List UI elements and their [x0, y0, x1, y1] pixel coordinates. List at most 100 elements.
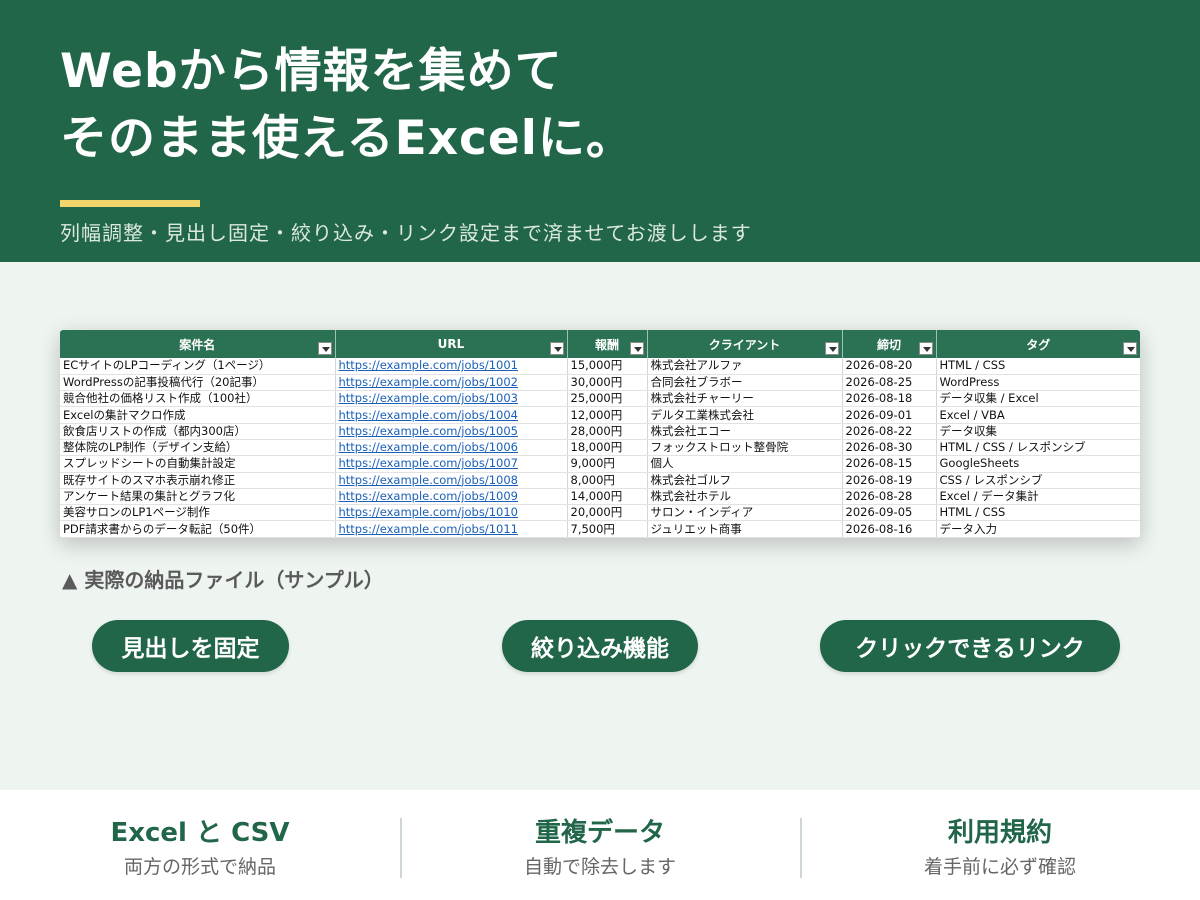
cell-reward: 25,000円 [567, 390, 648, 408]
cell-deadline: 2026-08-25 [842, 374, 937, 392]
cell-title: スプレッドシートの自動集計設定 [60, 455, 336, 473]
cell-url[interactable]: https://example.com/jobs/1011 [335, 520, 568, 538]
cell-title: アンケート結果の集計とグラフ化 [60, 488, 336, 506]
feature-pill-freeze-headers: 見出しを固定 [92, 620, 289, 672]
cell-client: 合同会社ブラボー [647, 374, 843, 392]
feature-formats: Excel と CSV 両方の形式で納品 [0, 790, 400, 900]
cell-url[interactable]: https://example.com/jobs/1001 [335, 358, 568, 375]
cell-title: ECサイトのLPコーディング（1ページ） [60, 358, 336, 375]
cell-url[interactable]: https://example.com/jobs/1008 [335, 472, 568, 489]
cell-url[interactable]: https://example.com/jobs/1006 [335, 439, 568, 457]
cell-title: 競合他社の価格リスト作成（100社） [60, 390, 336, 408]
cell-reward: 18,000円 [567, 439, 648, 457]
filter-dropdown-icon[interactable] [1123, 342, 1137, 355]
cell-client: 株式会社エコー [647, 423, 843, 440]
column-header-title[interactable]: 案件名 [60, 330, 336, 358]
cell-tags: Excel / VBA [936, 406, 1140, 424]
cell-url[interactable]: https://example.com/jobs/1002 [335, 374, 568, 392]
cell-client: 株式会社ゴルフ [647, 472, 843, 489]
cell-client: 株式会社ホテル [647, 488, 843, 506]
cell-deadline: 2026-08-22 [842, 423, 937, 440]
cell-title: Excelの集計マクロ作成 [60, 406, 336, 424]
sample-caption: ▲ 実際の納品ファイル（サンプル） [62, 568, 384, 592]
cell-deadline: 2026-08-19 [842, 472, 937, 489]
cell-deadline: 2026-08-15 [842, 455, 937, 473]
cell-tags: HTML / CSS / レスポンシブ [936, 439, 1140, 457]
cell-deadline: 2026-08-28 [842, 488, 937, 506]
cell-title: 整体院のLP制作（デザイン支給） [60, 439, 336, 457]
cell-url[interactable]: https://example.com/jobs/1005 [335, 423, 568, 440]
cell-title: WordPressの記事投稿代行（20記事） [60, 374, 336, 392]
cell-reward: 9,000円 [567, 455, 648, 473]
column-header-reward[interactable]: 報酬 [567, 330, 648, 358]
cell-reward: 14,000円 [567, 488, 648, 506]
cell-deadline: 2026-08-16 [842, 520, 937, 538]
cell-client: ジュリエット商事 [647, 520, 843, 538]
filter-dropdown-icon[interactable] [918, 342, 933, 355]
cell-reward: 28,000円 [567, 423, 648, 440]
cell-reward: 30,000円 [567, 374, 648, 392]
table-row: ECサイトのLPコーディング（1ページ） https://example.com/… [60, 358, 1140, 375]
cell-tags: データ収集 [936, 423, 1140, 440]
cell-tags: データ収集 / Excel [936, 390, 1140, 408]
cell-url[interactable]: https://example.com/jobs/1004 [335, 406, 568, 424]
filter-dropdown-icon[interactable] [549, 342, 564, 355]
column-header-url[interactable]: URL [335, 330, 568, 358]
column-header-tags[interactable]: タグ [936, 330, 1140, 358]
accent-bar [60, 200, 200, 207]
cell-title: 美容サロンのLP1ページ制作 [60, 504, 336, 522]
feature-dedup: 重複データ 自動で除去します [400, 790, 800, 900]
spreadsheet-body: ECサイトのLPコーディング（1ページ） https://example.com/… [60, 358, 1140, 538]
cell-client: 株式会社アルファ [647, 358, 843, 375]
cell-deadline: 2026-09-01 [842, 406, 937, 424]
cell-tags: GoogleSheets [936, 455, 1140, 473]
hero-title-line1: Webから情報を集めて [60, 44, 563, 99]
hero-subtitle: 列幅調整・見出し固定・絞り込み・リンク設定まで済ませてお渡しします [60, 221, 752, 245]
feature-subtitle: 着手前に必ず確認 [923, 856, 1076, 878]
column-header-client[interactable]: クライアント [647, 330, 843, 358]
feature-subtitle: 自動で除去します [523, 856, 676, 878]
feature-title: 利用規約 [947, 818, 1052, 848]
cell-client: デルタ工業株式会社 [647, 406, 843, 424]
hero-banner: Webから情報を集めて そのまま使えるExcelに。 列幅調整・見出し固定・絞り… [0, 0, 1200, 262]
cell-reward: 8,000円 [567, 472, 648, 489]
cell-tags: HTML / CSS [936, 358, 1140, 375]
filter-dropdown-icon[interactable] [317, 342, 332, 355]
cell-client: 株式会社チャーリー [647, 390, 843, 408]
feature-title: Excel と CSV [110, 818, 290, 848]
cell-url[interactable]: https://example.com/jobs/1003 [335, 390, 568, 408]
feature-pill-clickable-links: クリックできるリンク [820, 620, 1120, 672]
table-row: PDF請求書からのデータ転記（50件） https://example.com/j… [60, 520, 1140, 538]
cell-client: フォックストロット整骨院 [647, 439, 843, 457]
cell-reward: 20,000円 [567, 504, 648, 522]
table-row: WordPressの記事投稿代行（20記事） https://example.co… [60, 374, 1140, 392]
table-row: 飲食店リストの作成（都内300店） https://example.com/job… [60, 423, 1140, 440]
filter-dropdown-icon[interactable] [629, 342, 644, 355]
feature-terms: 利用規約 着手前に必ず確認 [800, 790, 1200, 900]
cell-reward: 15,000円 [567, 358, 648, 375]
spreadsheet-table: 案件名 URL 報酬 クライアント 締切 タグ ECサイトのLPコーディング（1… [60, 330, 1140, 538]
feature-subtitle: 両方の形式で納品 [123, 856, 276, 878]
cell-url[interactable]: https://example.com/jobs/1007 [335, 455, 568, 473]
cell-reward: 7,500円 [567, 520, 648, 538]
filter-dropdown-icon[interactable] [824, 342, 839, 355]
table-row: 既存サイトのスマホ表示崩れ修正 https://example.com/jobs/… [60, 472, 1140, 489]
cell-deadline: 2026-08-30 [842, 439, 937, 457]
cell-title: 既存サイトのスマホ表示崩れ修正 [60, 472, 336, 489]
feature-strip: Excel と CSV 両方の形式で納品 重複データ 自動で除去します 利用規約… [0, 790, 1200, 900]
table-row: アンケート結果の集計とグラフ化 https://example.com/jobs/… [60, 488, 1140, 506]
cell-tags: HTML / CSS [936, 504, 1140, 522]
cell-url[interactable]: https://example.com/jobs/1009 [335, 488, 568, 506]
cell-tags: WordPress [936, 374, 1140, 392]
column-header-deadline[interactable]: 締切 [842, 330, 937, 358]
cell-deadline: 2026-08-20 [842, 358, 937, 375]
cell-deadline: 2026-08-18 [842, 390, 937, 408]
cell-tags: Excel / データ集計 [936, 488, 1140, 506]
table-row: Excelの集計マクロ作成 https://example.com/jobs/10… [60, 406, 1140, 424]
table-row: 競合他社の価格リスト作成（100社） https://example.com/jo… [60, 390, 1140, 408]
cell-title: 飲食店リストの作成（都内300店） [60, 423, 336, 440]
table-row: スプレッドシートの自動集計設定 https://example.com/jobs/… [60, 455, 1140, 473]
cell-url[interactable]: https://example.com/jobs/1010 [335, 504, 568, 522]
feature-pill-filter: 絞り込み機能 [502, 620, 698, 672]
cell-title: PDF請求書からのデータ転記（50件） [60, 520, 336, 538]
